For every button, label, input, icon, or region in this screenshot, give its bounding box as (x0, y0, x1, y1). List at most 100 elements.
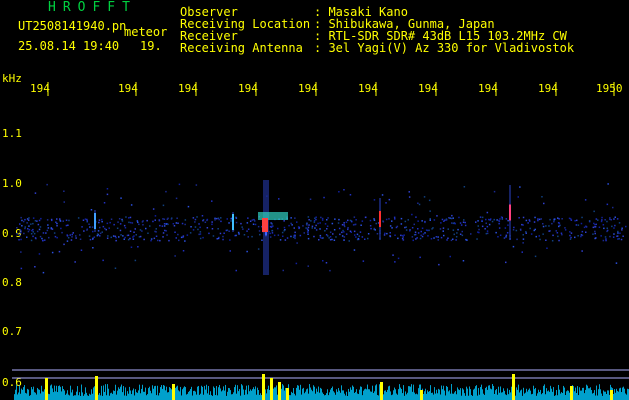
signal-bar (100, 395, 101, 400)
signal-bar (365, 388, 366, 400)
noise-dot (296, 221, 298, 223)
signal-bar (475, 386, 476, 400)
signal-bar (31, 387, 32, 400)
signal-bar (28, 389, 29, 400)
noise-dot (238, 233, 240, 235)
noise-dot (369, 225, 372, 227)
signal-bar (37, 387, 38, 400)
noise-dot (561, 233, 563, 236)
noise-dot (329, 269, 331, 272)
signal-bar (448, 391, 449, 400)
noise-dot (375, 222, 377, 225)
signal-bar (436, 389, 437, 400)
noise-dot (247, 228, 250, 230)
signal-bar (80, 395, 81, 400)
noise-dot (90, 209, 93, 211)
signal-bar (624, 388, 625, 400)
signal-bar (115, 384, 116, 400)
noise-dot (327, 217, 329, 219)
noise-dot (486, 232, 489, 235)
signal-bar (345, 395, 346, 400)
noise-dot (324, 230, 326, 232)
signal-bar (463, 389, 464, 400)
noise-dot (133, 231, 135, 233)
signal-bar (547, 391, 548, 400)
signal-bar (72, 389, 73, 400)
signal-bar (560, 393, 561, 400)
signal-bar (216, 386, 217, 400)
noise-dot (407, 219, 409, 221)
noise-dot (198, 233, 200, 236)
signal-bar (479, 394, 480, 400)
noise-dot (202, 236, 204, 239)
signal-bar (129, 386, 130, 400)
noise-dot (361, 220, 364, 222)
noise-dot (349, 194, 352, 196)
signal-bar (76, 391, 77, 400)
signal-bar (327, 389, 328, 400)
signal-bar (385, 390, 386, 400)
noise-dot (485, 218, 487, 221)
signal-bar (209, 394, 210, 400)
noise-dot (595, 218, 598, 220)
signal-bar (147, 394, 148, 400)
noise-dot (560, 232, 563, 234)
noise-dot (161, 225, 164, 227)
noise-dot (176, 217, 178, 219)
noise-dot (284, 239, 287, 241)
noise-dot (46, 219, 49, 221)
noise-dot (414, 233, 417, 236)
noise-dot (302, 225, 304, 227)
signal-bar (370, 391, 371, 400)
signal-peak (380, 382, 383, 400)
signal-bar (450, 393, 451, 400)
signal-bar (578, 395, 579, 400)
signal-bar (198, 385, 199, 400)
signal-bar (587, 385, 588, 400)
noise-dot (484, 228, 486, 230)
signal-bar (281, 388, 282, 400)
noise-dot (199, 233, 202, 235)
noise-dot (184, 223, 186, 226)
noise-dot (557, 217, 559, 219)
noise-dot (47, 227, 50, 229)
signal-bar (52, 388, 53, 400)
noise-dot (211, 223, 213, 226)
signal-bar (44, 389, 45, 400)
noise-dot (71, 233, 73, 236)
signal-bar (521, 389, 522, 400)
signal-bar (342, 390, 343, 400)
noise-dot (428, 229, 430, 232)
signal-bar (627, 388, 628, 400)
signal-bar (313, 385, 314, 400)
noise-dot (141, 230, 143, 232)
meteor-echo-core (232, 214, 234, 230)
noise-dot (594, 223, 596, 226)
signal-bar (483, 393, 484, 400)
signal-bar (202, 386, 203, 400)
noise-dot (618, 238, 620, 240)
signal-bar (545, 394, 546, 400)
noise-dot (74, 261, 76, 263)
noise-dot (294, 217, 296, 219)
noise-dot (293, 234, 295, 237)
noise-dot (404, 220, 407, 223)
noise-dot (279, 239, 282, 241)
noise-dot (307, 216, 310, 218)
noise-dot (417, 220, 419, 222)
noise-dot (109, 221, 111, 224)
noise-dot (459, 233, 462, 235)
noise-dot (373, 199, 376, 201)
noise-dot (121, 218, 123, 221)
signal-bar (292, 392, 293, 400)
noise-dot (613, 227, 615, 229)
signal-bar (580, 390, 581, 400)
signal-bar (376, 384, 377, 400)
noise-dot (106, 188, 109, 190)
noise-dot (142, 224, 144, 226)
signal-bar (309, 384, 310, 400)
noise-dot (235, 217, 238, 219)
noise-dot (475, 221, 477, 223)
signal-bar (506, 395, 507, 400)
noise-dot (394, 218, 396, 220)
